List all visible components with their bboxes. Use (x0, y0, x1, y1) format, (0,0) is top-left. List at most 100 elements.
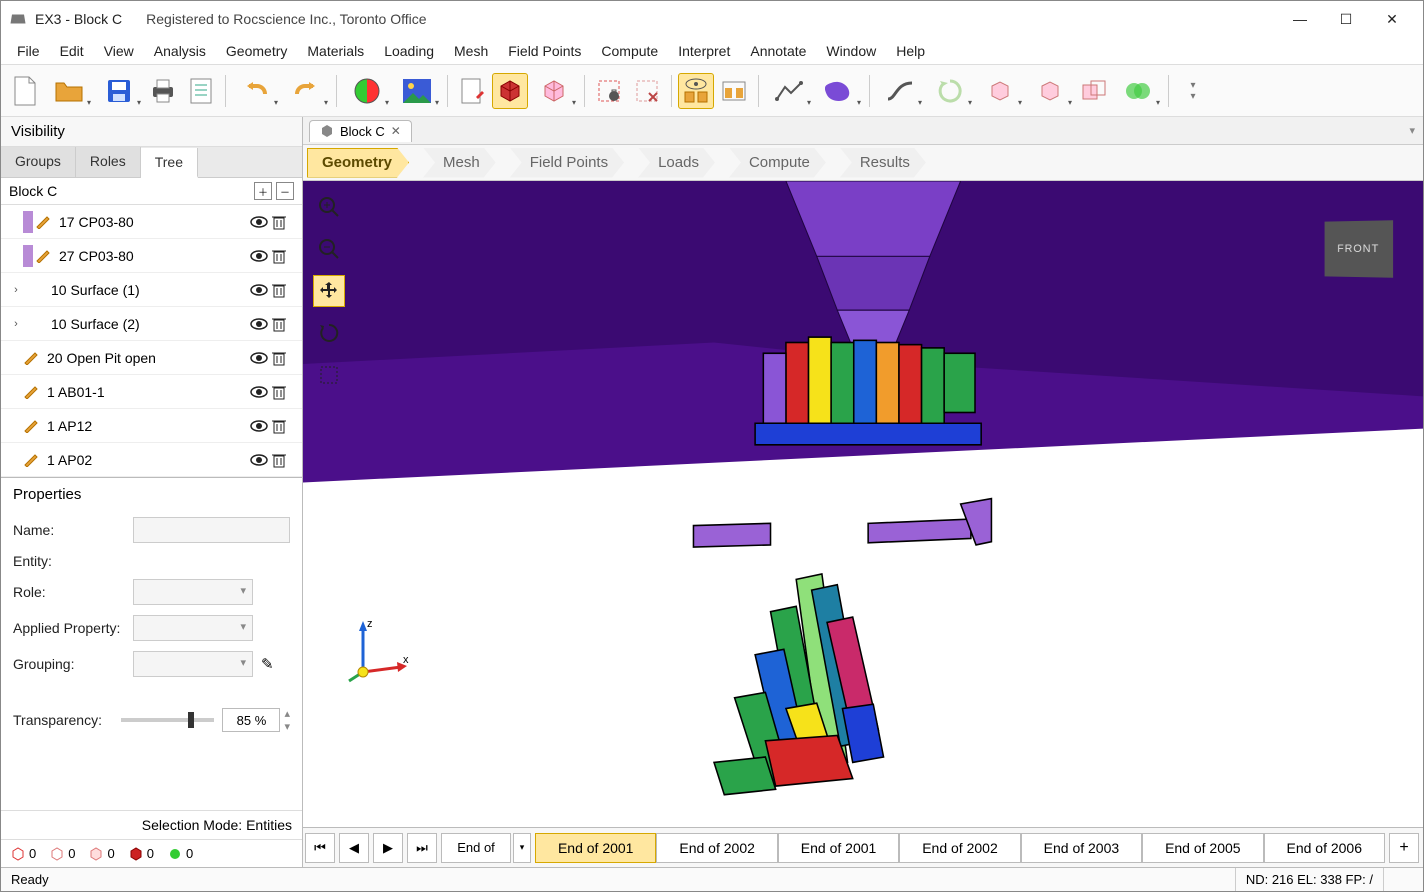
timeline-stage[interactable]: End of 2001 (535, 833, 656, 863)
bc-loads[interactable]: Loads (638, 148, 715, 178)
visibility-toggle-icon[interactable] (250, 249, 272, 263)
tree-item[interactable]: 1 AP02 (1, 443, 302, 477)
menu-window[interactable]: Window (818, 41, 884, 61)
delete-icon[interactable] (272, 214, 294, 230)
prop-applied-select[interactable] (133, 615, 253, 641)
cube-outline-1-icon[interactable]: ▾ (976, 73, 1024, 109)
toolbar-overflow-icon[interactable]: ▾▾ (1175, 73, 1211, 109)
tree-item[interactable]: 27 CP03-80 (1, 239, 302, 273)
menu-geometry[interactable]: Geometry (218, 41, 295, 61)
timeline-last-icon[interactable]: ⏭ (407, 833, 437, 863)
delete-icon[interactable] (272, 316, 294, 332)
transparency-slider[interactable] (121, 718, 214, 722)
collapse-all-icon[interactable]: － (276, 182, 294, 200)
timeline-stage[interactable]: End of 2001 (778, 833, 899, 863)
visibility-panels-icon[interactable] (678, 73, 714, 109)
merge-icon[interactable]: ▾ (1114, 73, 1162, 109)
document-list-icon[interactable] (183, 73, 219, 109)
timeline-stage[interactable]: End of 2003 (1021, 833, 1142, 863)
edit-grouping-icon[interactable]: ✎ (261, 655, 274, 673)
tabs-overflow-icon[interactable]: ▾ (1401, 124, 1423, 137)
tab-tree[interactable]: Tree (141, 148, 198, 178)
dashed-lock-icon[interactable] (591, 73, 627, 109)
timeline-prev-icon[interactable]: ◀ (339, 833, 369, 863)
menu-mesh[interactable]: Mesh (446, 41, 496, 61)
bc-results[interactable]: Results (840, 148, 926, 178)
visibility-toggle-icon[interactable] (250, 317, 272, 331)
menu-annotate[interactable]: Annotate (742, 41, 814, 61)
edit-document-icon[interactable] (454, 73, 490, 109)
visibility-toggle-icon[interactable] (250, 385, 272, 399)
timeline-first-icon[interactable]: ⏮ (305, 833, 335, 863)
transparency-value[interactable]: 85 % (222, 708, 280, 732)
curve-tool-icon[interactable]: ▾ (876, 73, 924, 109)
expand-icon[interactable]: › (9, 284, 23, 296)
timeline-stage[interactable]: End of 2002 (656, 833, 777, 863)
delete-icon[interactable] (272, 452, 294, 468)
polyline-icon[interactable]: ▾ (765, 73, 813, 109)
visibility-toggle-icon[interactable] (250, 453, 272, 467)
menu-compute[interactable]: Compute (593, 41, 666, 61)
color-wheel-icon[interactable]: ▾ (343, 73, 391, 109)
delete-icon[interactable] (272, 384, 294, 400)
expand-icon[interactable]: › (9, 318, 23, 330)
timeline-current-label[interactable]: End of (441, 833, 511, 863)
cube-outline-2-icon[interactable]: ▾ (1026, 73, 1074, 109)
tree-item[interactable]: 20 Open Pit open (1, 341, 302, 375)
menu-interpret[interactable]: Interpret (670, 41, 738, 61)
image-icon[interactable]: ▾ (393, 73, 441, 109)
axis-gizmo[interactable]: z x (343, 617, 413, 687)
bc-compute[interactable]: Compute (729, 148, 826, 178)
minimize-button[interactable]: — (1277, 4, 1323, 34)
open-folder-icon[interactable]: ▾ (45, 73, 93, 109)
timeline-add-stage-button[interactable]: + (1389, 833, 1419, 863)
delete-icon[interactable] (272, 248, 294, 264)
wireframe-cube-icon[interactable]: ▾ (530, 73, 578, 109)
overlap-shapes-icon[interactable] (1076, 73, 1112, 109)
bc-mesh[interactable]: Mesh (423, 148, 496, 178)
menu-analysis[interactable]: Analysis (146, 41, 214, 61)
tab-groups[interactable]: Groups (1, 147, 76, 177)
timeline-next-icon[interactable]: ▶ (373, 833, 403, 863)
solid-cube-icon[interactable] (492, 73, 528, 109)
tree-item[interactable]: 17 CP03-80 (1, 205, 302, 239)
menu-help[interactable]: Help (888, 41, 933, 61)
close-button[interactable]: ✕ (1369, 4, 1415, 34)
new-file-icon[interactable] (7, 73, 43, 109)
tree-item[interactable]: ›10 Surface (2) (1, 307, 302, 341)
visibility-toggle-icon[interactable] (250, 351, 272, 365)
visibility-toggle-icon[interactable] (250, 283, 272, 297)
transparency-stepper-icon[interactable]: ▴▾ (284, 707, 290, 733)
document-tab[interactable]: Block C ✕ (309, 120, 412, 142)
tab-roles[interactable]: Roles (76, 147, 141, 177)
rotate-icon[interactable]: ▾ (926, 73, 974, 109)
save-icon[interactable]: ▾ (95, 73, 143, 109)
menu-file[interactable]: File (9, 41, 48, 61)
tree-item[interactable]: 1 AB01-1 (1, 375, 302, 409)
bc-geometry[interactable]: Geometry (307, 148, 409, 178)
zoom-in-icon[interactable] (313, 191, 345, 223)
bc-field-points[interactable]: Field Points (510, 148, 624, 178)
visibility-toggle-icon[interactable] (250, 419, 272, 433)
visibility-toggle-icon[interactable] (250, 215, 272, 229)
timeline-stage[interactable]: End of 2006 (1264, 833, 1385, 863)
prop-name-input[interactable] (133, 517, 290, 543)
3d-viewport[interactable]: FRONT (303, 181, 1423, 827)
doc-tab-close-icon[interactable]: ✕ (391, 124, 401, 138)
menu-field-points[interactable]: Field Points (500, 41, 589, 61)
maximize-button[interactable]: ☐ (1323, 4, 1369, 34)
orbit-icon[interactable] (313, 317, 345, 349)
prop-grouping-select[interactable] (133, 651, 253, 677)
dashed-delete-icon[interactable] (629, 73, 665, 109)
fit-view-icon[interactable] (313, 359, 345, 391)
expand-all-icon[interactable]: ＋ (254, 182, 272, 200)
delete-icon[interactable] (272, 418, 294, 434)
menu-loading[interactable]: Loading (376, 41, 442, 61)
timeline-current-dropdown-icon[interactable]: ▾ (513, 833, 531, 863)
delete-icon[interactable] (272, 350, 294, 366)
zoom-out-icon[interactable] (313, 233, 345, 265)
blob-purple-icon[interactable]: ▾ (815, 73, 863, 109)
tree-item[interactable]: ›10 Surface (1) (1, 273, 302, 307)
orientation-cube[interactable]: FRONT (1325, 220, 1394, 277)
pan-icon[interactable] (313, 275, 345, 307)
